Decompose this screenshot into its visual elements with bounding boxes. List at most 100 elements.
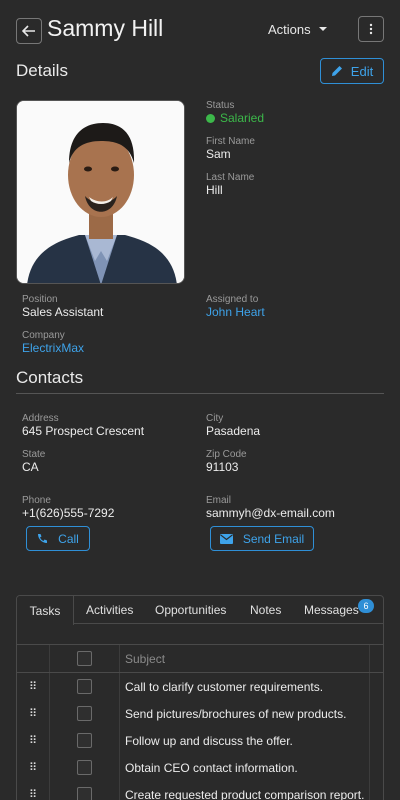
row-checkbox[interactable] (77, 679, 92, 694)
detail-tabs-panel: Tasks Activities Opportunities Notes Mes… (16, 595, 384, 800)
tab-tasks[interactable]: Tasks (17, 596, 74, 625)
drag-handle-icon[interactable]: ⠿ (17, 781, 50, 800)
company-label: Company (22, 330, 65, 341)
address-field: Address 645 Prospect Crescent (22, 413, 144, 438)
address-value: 645 Prospect Crescent (22, 424, 145, 438)
row-checkbox[interactable] (77, 760, 92, 775)
first-name-field: First Name Sam (206, 136, 255, 161)
table-row: ⠿ Obtain CEO contact information. (17, 754, 383, 781)
page-title: Sammy Hill (47, 15, 164, 41)
first-name-value: Sam (206, 147, 231, 161)
contact-photo (16, 100, 185, 284)
table-row: ⠿ Call to clarify customer requirements. (17, 673, 383, 700)
city-value: Pasadena (206, 424, 261, 438)
row-select-cell (50, 754, 120, 781)
city-field: City Pasadena (206, 413, 260, 438)
state-label: State (22, 449, 46, 460)
task-subject[interactable]: Follow up and discuss the offer. (121, 727, 370, 754)
status-label: Status (206, 100, 235, 111)
row-select-cell (50, 781, 120, 800)
tab-bar: Tasks Activities Opportunities Notes Mes… (17, 596, 383, 625)
task-subject[interactable]: Call to clarify customer requirements. (121, 673, 370, 700)
company-field: Company ElectrixMax (22, 330, 84, 355)
pencil-icon (331, 66, 342, 76)
last-name-label: Last Name (206, 172, 255, 183)
vertical-dots-icon (369, 23, 373, 35)
phone-field: Phone +1(626)555-7292 (22, 495, 114, 520)
call-button[interactable]: Call (26, 526, 90, 551)
drag-handle-icon[interactable]: ⠿ (17, 700, 50, 727)
contacts-section-title: Contacts (16, 368, 84, 387)
more-options-button[interactable] (358, 16, 384, 42)
phone-label: Phone (22, 495, 51, 506)
email-field: Email sammyh@dx-email.com (206, 495, 335, 520)
arrow-left-icon (22, 25, 35, 37)
row-select-cell (50, 727, 120, 754)
state-value: CA (22, 460, 39, 474)
state-field: State CA (22, 449, 45, 474)
subject-column-header[interactable]: Subject (121, 645, 370, 672)
first-name-label: First Name (206, 136, 255, 147)
zip-value: 91103 (206, 460, 239, 474)
last-name-value: Hill (206, 183, 223, 197)
task-subject[interactable]: Create requested product comparison repo… (121, 781, 370, 800)
status-field: Status Salaried (206, 100, 264, 125)
row-checkbox[interactable] (77, 706, 92, 721)
edit-button[interactable]: Edit (320, 58, 384, 84)
email-label: Email (206, 495, 232, 506)
actions-dropdown[interactable]: Actions (268, 22, 327, 37)
last-name-field: Last Name Hill (206, 172, 254, 197)
messages-badge: 6 (358, 599, 374, 613)
person-portrait-icon (17, 101, 184, 283)
zip-label: Zip Code (206, 449, 247, 460)
status-text: Salaried (220, 111, 265, 125)
drag-handle-icon[interactable]: ⠿ (17, 754, 50, 781)
contact-details-page: Sammy Hill Actions Details Edit Status S… (0, 0, 400, 800)
drag-handle-icon[interactable]: ⠿ (17, 727, 50, 754)
caret-down-icon (318, 27, 327, 31)
row-select-cell (50, 700, 120, 727)
table-row: ⠿ Create requested product comparison re… (17, 781, 383, 800)
assigned-to-link[interactable]: John Heart (206, 305, 265, 319)
address-label: Address (22, 413, 59, 424)
grid-header-row: Subject (17, 644, 383, 673)
select-all-cell (50, 645, 120, 672)
task-subject[interactable]: Obtain CEO contact information. (121, 754, 370, 781)
phone-value: +1(626)555-7292 (22, 506, 115, 520)
tasks-grid: Subject ⠿ Call to clarify customer requi… (17, 644, 383, 800)
row-checkbox[interactable] (77, 733, 92, 748)
status-value: Salaried (206, 111, 264, 125)
position-field: Position Sales Assistant (22, 294, 103, 319)
status-dot-icon (206, 113, 215, 123)
tab-notes[interactable]: Notes (250, 596, 281, 624)
tab-opportunities[interactable]: Opportunities (155, 596, 226, 624)
page-header: Sammy Hill Actions (16, 14, 384, 48)
envelope-icon (219, 533, 233, 544)
assigned-to-label: Assigned to (206, 294, 259, 305)
send-email-button[interactable]: Send Email (210, 526, 314, 551)
back-button[interactable] (16, 18, 42, 44)
company-link[interactable]: ElectrixMax (22, 341, 84, 355)
position-value: Sales Assistant (22, 305, 104, 319)
tab-messages[interactable]: Messages (304, 596, 359, 624)
drag-handle-icon[interactable]: ⠿ (17, 673, 50, 700)
actions-label: Actions (268, 22, 311, 37)
edit-label: Edit (350, 63, 374, 79)
task-subject[interactable]: Send pictures/brochures of new products. (121, 700, 370, 727)
table-row: ⠿ Send pictures/brochures of new product… (17, 700, 383, 727)
row-checkbox[interactable] (77, 787, 92, 800)
email-value: sammyh@dx-email.com (206, 506, 335, 520)
call-label: Call (58, 531, 79, 546)
send-email-label: Send Email (242, 531, 305, 546)
assigned-to-field: Assigned to John Heart (206, 294, 265, 319)
row-select-cell (50, 673, 120, 700)
city-label: City (206, 413, 224, 424)
tab-activities[interactable]: Activities (86, 596, 133, 624)
contacts-divider (16, 393, 384, 394)
details-section-title: Details (16, 61, 68, 80)
select-all-checkbox[interactable] (77, 651, 92, 666)
phone-icon (38, 534, 48, 543)
position-label: Position (22, 294, 58, 305)
zip-field: Zip Code 91103 (206, 449, 247, 474)
table-row: ⠿ Follow up and discuss the offer. (17, 727, 383, 754)
